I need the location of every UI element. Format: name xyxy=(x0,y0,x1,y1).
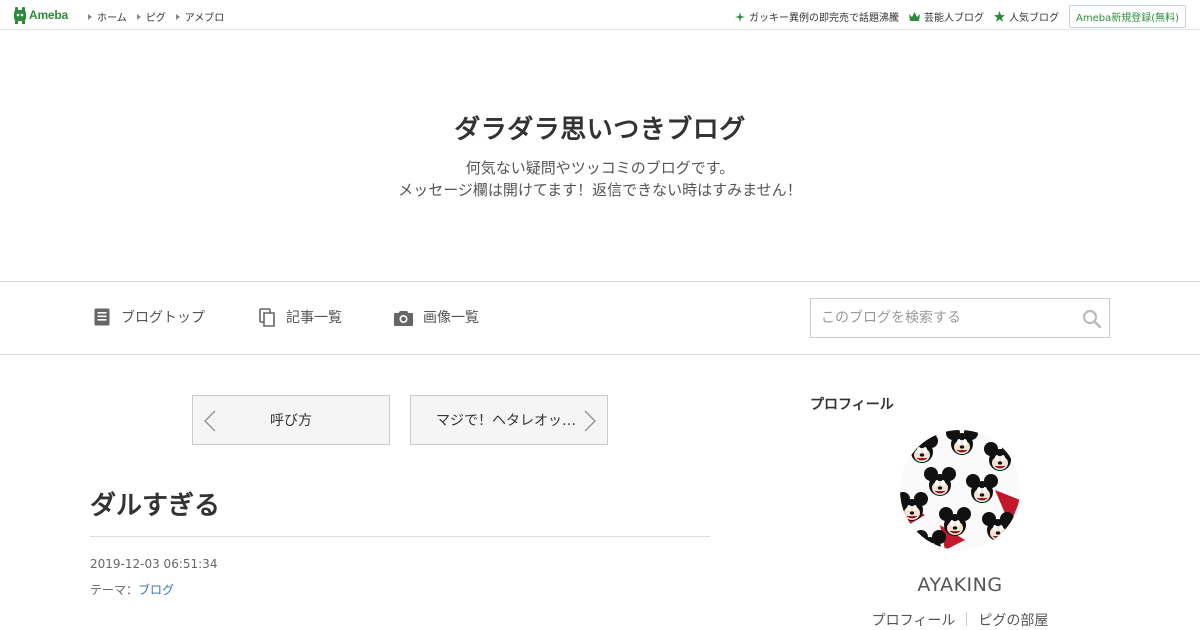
popular-blog-label: 人気ブログ xyxy=(1008,13,1059,24)
register-button[interactable]: Ameba新規登録(無料) xyxy=(1068,5,1186,28)
triangle-right-icon xyxy=(175,13,180,20)
nav-blog-top[interactable]: ブログトップ xyxy=(94,307,205,327)
theme-prefix: テーマ： xyxy=(90,583,139,597)
logo-text: Ameba xyxy=(29,8,69,22)
celebrity-blog-link[interactable]: 芸能人ブログ xyxy=(908,9,984,24)
blog-header: ダラダラ思いつきブログ 何気ない疑問やツッコミのブログです。 メッセージ欄は開け… xyxy=(0,31,1200,281)
next-entry-button[interactable]: マジで！ヘタレオッ… xyxy=(410,395,608,445)
ameba-logo-icon xyxy=(14,6,26,24)
article-theme: テーマ：ブログ xyxy=(90,581,174,598)
prev-entry-button[interactable]: 呼び方 xyxy=(192,395,390,445)
article-title[interactable]: ダルすぎる xyxy=(90,485,220,522)
profile-links: プロフィール ピグの部屋 xyxy=(810,610,1110,630)
search-input[interactable] xyxy=(811,299,1071,337)
ameba-logo[interactable]: Ameba xyxy=(13,6,68,24)
trending-link-label: ガッキー異例の即完売で話題沸騰 xyxy=(748,13,899,24)
global-nav-label: ホーム xyxy=(97,13,127,24)
blog-nav: ブログトップ 記事一覧 画像一覧 xyxy=(0,281,1200,355)
blog-search xyxy=(810,298,1110,338)
global-nav-pigg[interactable]: ピグ xyxy=(136,9,166,24)
sidebar-heading-profile: プロフィール xyxy=(810,397,894,413)
profile-link[interactable]: プロフィール xyxy=(872,610,956,630)
sparkle-icon xyxy=(734,11,745,22)
global-nav-label: アメブロ xyxy=(184,13,225,24)
link-separator xyxy=(966,612,968,626)
chevron-left-icon xyxy=(203,410,216,432)
triangle-right-icon xyxy=(136,13,141,20)
global-nav-home[interactable]: ホーム xyxy=(88,9,127,24)
blog-description-line: メッセージ欄は開けてます！返信できない時はすみません！ xyxy=(398,181,802,199)
crown-icon xyxy=(908,12,920,21)
blog-title[interactable]: ダラダラ思いつきブログ xyxy=(0,109,1200,146)
next-entry-label: マジで！ヘタレオッ… xyxy=(436,413,576,429)
nav-blog-top-label: ブログトップ xyxy=(121,310,205,326)
celebrity-blog-label: 芸能人ブログ xyxy=(923,13,984,24)
camera-icon xyxy=(394,310,413,326)
nav-image-list-label: 画像一覧 xyxy=(423,310,479,326)
nav-image-list[interactable]: 画像一覧 xyxy=(394,307,479,327)
global-header: Ameba ホーム ピグ アメブロ ガッキー異例の即完売で話題沸騰 芸能人ブログ… xyxy=(0,0,1200,30)
avatar[interactable] xyxy=(900,430,1020,550)
trending-link[interactable]: ガッキー異例の即完売で話題沸騰 xyxy=(734,9,899,24)
nav-entry-list-label: 記事一覧 xyxy=(286,310,342,326)
popular-blog-link[interactable]: 人気ブログ xyxy=(993,9,1059,24)
global-nav-ameblo[interactable]: アメブロ xyxy=(175,9,225,24)
chevron-right-icon xyxy=(584,410,597,432)
blog-description: 何気ない疑問やツッコミのブログです。 メッセージ欄は開けてます！返信できない時は… xyxy=(0,157,1200,201)
star-icon xyxy=(993,11,1005,22)
pigg-room-link[interactable]: ピグの部屋 xyxy=(978,610,1048,630)
copy-icon xyxy=(259,307,275,327)
global-nav: ホーム ピグ アメブロ xyxy=(88,9,224,24)
mickey-pattern-avatar-image xyxy=(900,430,1020,550)
article-date: 2019-12-03 06:51:34 xyxy=(90,557,218,571)
theme-link[interactable]: ブログ xyxy=(138,583,174,597)
triangle-right-icon xyxy=(88,13,92,20)
global-nav-label: ピグ xyxy=(145,13,166,24)
prev-entry-label: 呼び方 xyxy=(270,413,312,429)
blog-description-line: 何気ない疑問やツッコミのブログです。 xyxy=(465,159,735,177)
article-divider xyxy=(90,536,710,537)
header-links: ガッキー異例の即完売で話題沸騰 芸能人ブログ 人気ブログ Ameba新規登録(無… xyxy=(734,5,1186,28)
nav-entry-list[interactable]: 記事一覧 xyxy=(259,307,342,327)
profile-name[interactable]: AYAKING xyxy=(810,574,1110,596)
document-icon xyxy=(94,308,110,325)
search-icon[interactable] xyxy=(1082,309,1101,328)
